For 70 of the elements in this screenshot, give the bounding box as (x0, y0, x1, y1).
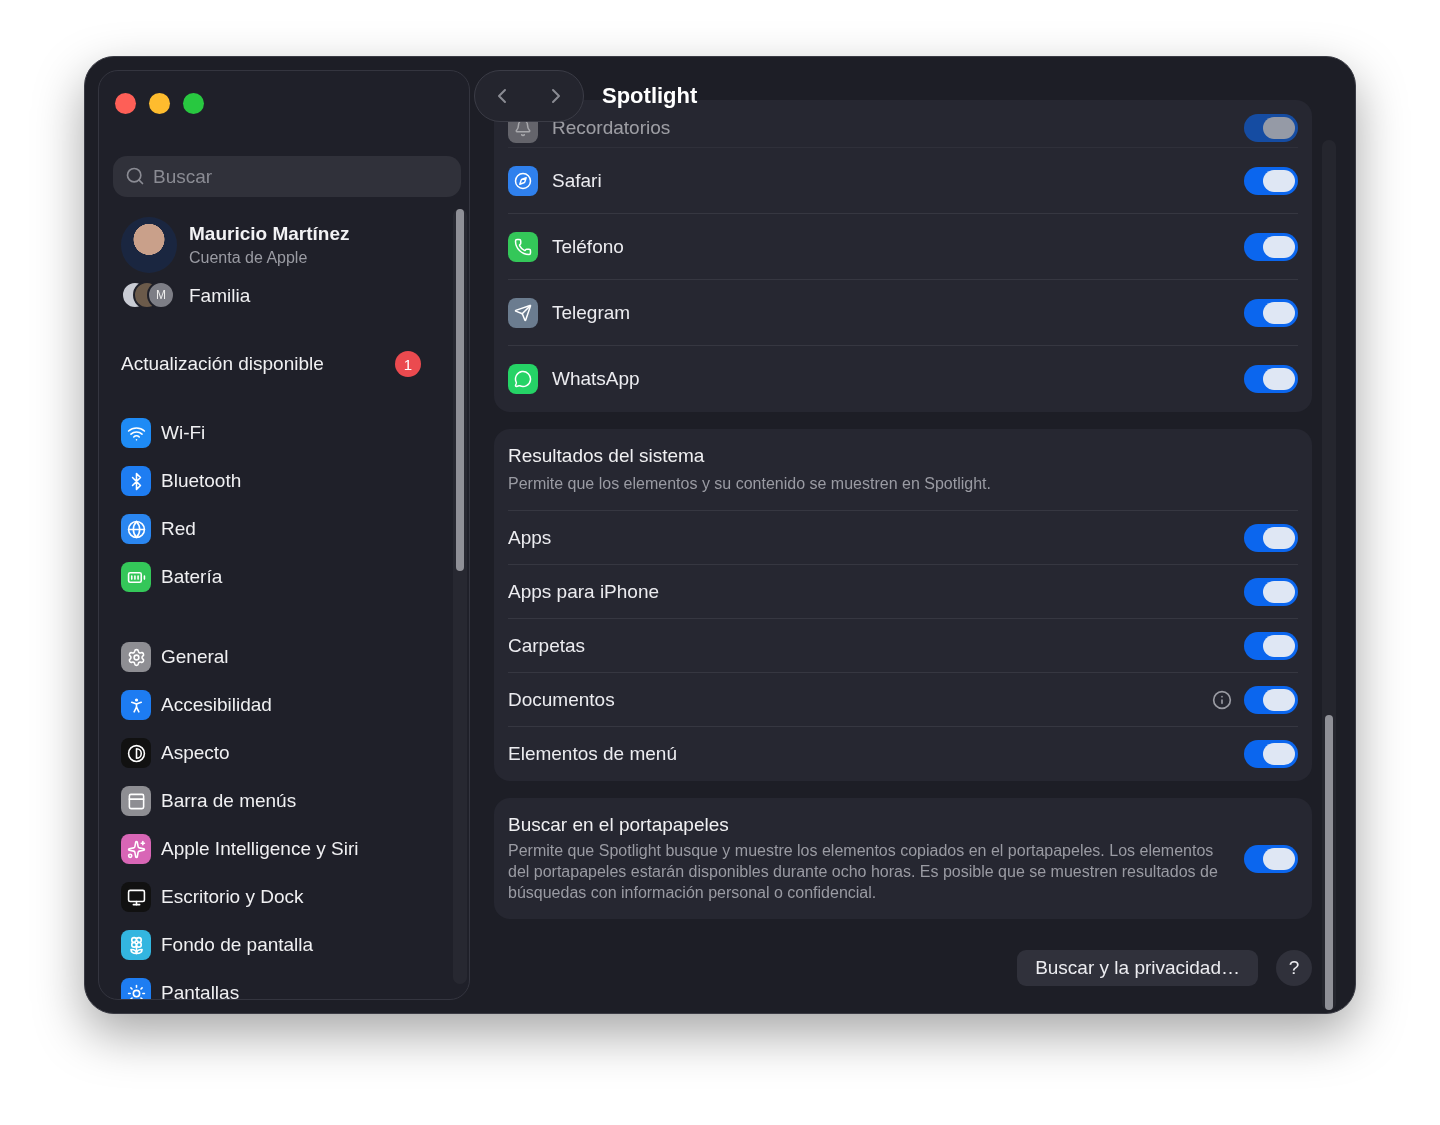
chat-bubble-icon (508, 364, 538, 394)
scrollbar[interactable] (453, 209, 467, 984)
avatar[interactable] (121, 217, 177, 273)
window-title: Spotlight (602, 83, 698, 109)
sidebar-item[interactable]: General (113, 633, 455, 681)
privacy-button[interactable]: Buscar y la privacidad… (1017, 950, 1258, 986)
scrollbar[interactable] (1322, 140, 1336, 1010)
search-field[interactable]: Buscar (113, 156, 461, 197)
toggle-switch[interactable] (1244, 844, 1298, 873)
section-title: Resultados del sistema (508, 445, 706, 467)
section-title: Buscar en el portapapeles (508, 814, 730, 836)
paper-plane-icon (508, 297, 538, 328)
result-label: Documentos (508, 688, 616, 711)
toggle-switch[interactable] (1244, 298, 1298, 327)
toggle-switch[interactable] (1244, 685, 1298, 714)
toggle-switch[interactable] (1244, 740, 1298, 768)
zoom-button[interactable] (183, 93, 204, 114)
phone-icon (508, 231, 538, 262)
search-icon (125, 166, 145, 186)
compass-icon (508, 165, 538, 196)
window-icon (121, 786, 151, 816)
toggle-switch[interactable] (1244, 113, 1298, 142)
sidebar-item[interactable]: Wi-Fi (113, 409, 455, 457)
sidebar-item[interactable]: Accesibilidad (113, 681, 455, 729)
family-label[interactable]: Familia (189, 285, 251, 307)
info-icon[interactable] (1212, 689, 1232, 710)
family-avatars: M (121, 281, 177, 311)
bluetooth-icon (121, 466, 151, 496)
sidebar-item[interactable]: Fondo de pantalla (113, 921, 455, 969)
update-label[interactable]: Actualización disponible (121, 353, 324, 375)
settings-icon (121, 642, 151, 672)
toggle-switch[interactable] (1244, 577, 1298, 606)
result-label: Apps (508, 526, 553, 549)
toggle-switch[interactable] (1244, 365, 1298, 393)
app-label: Safari (552, 169, 603, 192)
battery-icon (121, 562, 151, 592)
app-label: Telegram (552, 301, 632, 324)
sparkle-icon (121, 834, 151, 864)
sun-icon (121, 978, 151, 999)
account-subtitle: Cuenta de Apple (189, 249, 309, 267)
monitor-icon (121, 882, 151, 912)
sidebar-item[interactable]: Barra de menús (113, 777, 455, 825)
sidebar-item[interactable]: Pantallas (113, 969, 455, 999)
section-description: Permite que Spotlight busque y muestre los elementos copiados en el portapapeles. Los elementos del portapapeles estarán disponibles durante ocho horas. Es posible que se muestren resultados de búsquedas con información personal o confidencial. (508, 841, 1219, 903)
toggle-switch[interactable] (1244, 631, 1298, 660)
sidebar-item[interactable]: Apple Intelligence y Siri (113, 825, 455, 873)
help-button[interactable]: ? (1276, 950, 1312, 986)
app-label: WhatsApp (552, 368, 641, 390)
update-badge: 1 (395, 351, 421, 377)
app-label: Teléfono (552, 235, 625, 258)
sidebar-item[interactable]: Red (113, 505, 455, 553)
toggle-switch[interactable] (1244, 166, 1298, 195)
section-description: Permite que los elementos y su contenido se muestren en Spotlight. (508, 474, 992, 494)
sidebar-item[interactable]: Bluetooth (113, 457, 455, 505)
sidebar-item[interactable]: Aspecto (113, 729, 455, 777)
minimize-button[interactable] (149, 93, 170, 114)
person-icon (121, 690, 151, 720)
result-label: Apps para iPhone (508, 580, 661, 603)
result-label: Carpetas (508, 634, 587, 657)
flower-icon (121, 930, 151, 960)
sidebar-item[interactable]: Batería (113, 553, 455, 601)
account-name[interactable]: Mauricio Martínez (189, 223, 350, 245)
globe-icon (121, 514, 151, 544)
app-label: Recordatorios (552, 116, 672, 139)
sidebar-item[interactable]: Escritorio y Dock (113, 873, 455, 921)
result-label: Elementos de menú (508, 743, 678, 765)
wifi-icon (121, 418, 151, 448)
close-button[interactable] (115, 93, 136, 114)
toggle-switch[interactable] (1244, 523, 1298, 552)
toggle-switch[interactable] (1244, 232, 1298, 261)
